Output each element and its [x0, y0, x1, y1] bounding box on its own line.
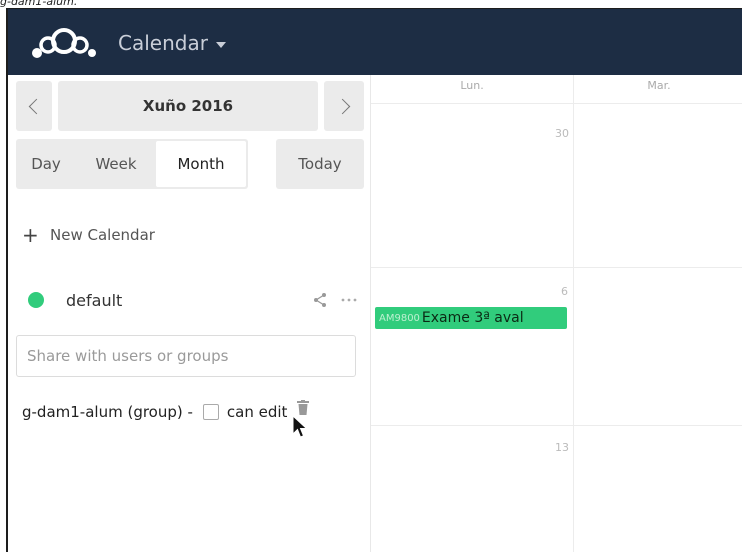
day-number: 30: [555, 127, 569, 140]
app-window: Calendar Xuño 2016 Day Week Month Today …: [6, 8, 742, 552]
grid-divider: [371, 425, 742, 426]
can-edit-checkbox[interactable]: [202, 404, 219, 420]
chevron-left-icon: [28, 98, 44, 114]
day-view-button[interactable]: Day: [16, 139, 76, 189]
day-header-tue: Mar.: [647, 79, 671, 92]
page-caption: g-dam1-alum.: [0, 0, 78, 8]
grid-divider: [573, 75, 574, 552]
month-label-button[interactable]: Xuño 2016: [58, 81, 318, 131]
more-icon[interactable]: [340, 292, 358, 308]
grid-divider: [371, 103, 742, 104]
next-month-button[interactable]: [324, 81, 364, 131]
calendar-list-item[interactable]: default: [28, 285, 358, 315]
caret-down-icon: [215, 42, 226, 48]
mouse-cursor-icon: [292, 415, 308, 438]
share-icon[interactable]: [312, 292, 328, 308]
app-menu-button[interactable]: Calendar: [118, 29, 226, 57]
calendar-color-dot: [28, 292, 44, 308]
sharee-row: g-dam1-alum (group) - can edit: [22, 399, 310, 425]
today-button[interactable]: Today: [276, 139, 364, 189]
chevron-right-icon: [334, 98, 350, 114]
day-header-mon: Lun.: [460, 79, 484, 92]
top-header: Calendar: [8, 9, 742, 75]
event-title: Exame 3ª aval: [421, 310, 524, 326]
can-edit-label[interactable]: can edit: [227, 403, 288, 421]
new-calendar-button[interactable]: + New Calendar: [22, 223, 155, 247]
view-switcher: Day Week Month: [16, 139, 248, 189]
month-view-button[interactable]: Month: [156, 141, 246, 187]
event-time: AM9800: [379, 312, 420, 324]
week-view-button[interactable]: Week: [76, 139, 156, 189]
sharee-name: g-dam1-alum (group) -: [22, 403, 193, 421]
calendar-name: default: [66, 290, 123, 310]
share-input[interactable]: [16, 335, 356, 377]
day-number: 13: [555, 441, 569, 454]
plus-icon: +: [22, 223, 39, 247]
prev-month-button[interactable]: [16, 81, 52, 131]
month-label: Xuño 2016: [142, 97, 234, 115]
month-grid: Lun. Mar. 30 6 13 AM9800 Exame 3ª aval: [370, 75, 742, 552]
day-number: 6: [561, 285, 568, 298]
new-calendar-label: New Calendar: [50, 226, 155, 244]
trash-icon[interactable]: [297, 400, 310, 416]
grid-divider: [371, 267, 742, 268]
calendar-event[interactable]: AM9800 Exame 3ª aval: [375, 307, 567, 329]
sidebar: Xuño 2016 Day Week Month Today + New Cal…: [8, 75, 370, 552]
cloud-logo-icon[interactable]: [26, 23, 98, 63]
app-name: Calendar: [118, 31, 208, 55]
